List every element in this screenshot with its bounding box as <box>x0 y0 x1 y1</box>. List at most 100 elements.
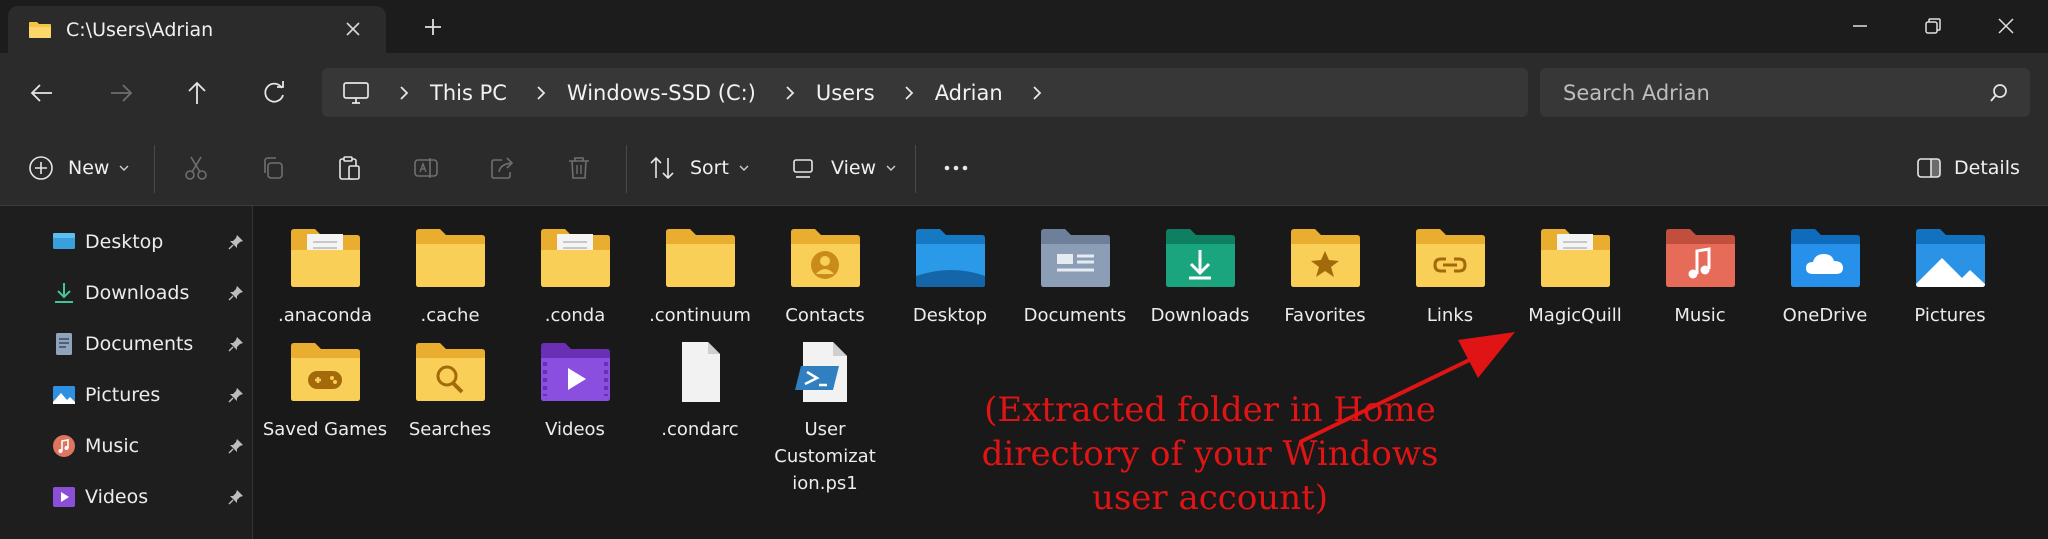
item-label: Pictures <box>1914 305 1986 326</box>
list-item[interactable]: Music <box>1637 226 1763 329</box>
pin-icon[interactable] <box>228 438 244 454</box>
delete-icon[interactable] <box>565 154 593 182</box>
up-arrow-icon[interactable] <box>181 77 213 109</box>
chevron-right-icon[interactable] <box>901 85 917 101</box>
item-label: Contacts <box>785 305 865 326</box>
active-tab[interactable]: C:\Users\Adrian <box>8 6 386 53</box>
copy-icon[interactable] <box>259 154 287 182</box>
list-item[interactable]: Links <box>1387 226 1513 329</box>
pin-icon[interactable] <box>228 489 244 505</box>
item-label: Downloads <box>1150 305 1250 326</box>
share-icon[interactable] <box>488 154 516 182</box>
list-item[interactable]: .anaconda <box>262 226 388 329</box>
sidebar-item-videos[interactable]: Videos <box>52 477 252 517</box>
list-item[interactable]: OneDrive <box>1762 226 1888 329</box>
close-tab-icon[interactable] <box>342 18 364 40</box>
pin-icon[interactable] <box>228 234 244 250</box>
sort-button[interactable]: Sort <box>648 152 751 184</box>
breadcrumb-drive[interactable]: Windows-SSD (C:) <box>567 81 756 105</box>
searches-folder-icon <box>416 343 485 401</box>
restore-icon[interactable] <box>1917 10 1949 42</box>
list-item[interactable]: .conda <box>512 226 638 329</box>
toolbar-divider <box>154 145 155 193</box>
list-item[interactable]: Documents <box>1012 226 1138 329</box>
pictures-icon <box>53 386 75 404</box>
list-item[interactable]: Contacts <box>762 226 888 329</box>
desktop-folder-icon <box>916 229 985 287</box>
annotation-text: (Extracted folder in Home directory of y… <box>981 390 1439 518</box>
sidebar-item-label: Videos <box>85 486 149 508</box>
list-item[interactable]: .continuum <box>637 226 763 329</box>
view-button[interactable]: View <box>791 152 898 184</box>
sidebar-item-documents[interactable]: Documents <box>52 324 252 364</box>
breadcrumb-adrian[interactable]: Adrian <box>935 81 1003 105</box>
rename-icon[interactable] <box>412 154 440 182</box>
pin-icon[interactable] <box>228 336 244 352</box>
search-input[interactable]: Search Adrian <box>1540 68 2030 117</box>
item-label: Music <box>1674 305 1726 326</box>
powershell-file-icon <box>795 342 847 402</box>
item-label: Searches <box>408 419 492 440</box>
item-label: Saved Games <box>262 419 388 440</box>
details-pane-icon <box>1917 158 1941 178</box>
list-item[interactable]: Downloads <box>1137 226 1263 329</box>
more-options-icon[interactable] <box>942 154 970 182</box>
sidebar-item-label: Music <box>85 435 140 457</box>
folder-doc-icon <box>541 229 610 287</box>
list-item[interactable]: .cache <box>387 226 513 329</box>
cut-icon[interactable] <box>182 154 210 182</box>
list-item[interactable]: Desktop <box>887 226 1013 329</box>
sidebar-item-desktop[interactable]: Desktop <box>52 222 252 262</box>
item-label: Desktop <box>912 305 988 326</box>
saved-games-folder-icon <box>291 343 360 401</box>
folder-icon <box>416 229 485 287</box>
list-item[interactable]: User Customizat ion.ps1 <box>762 340 888 497</box>
sidebar-item-music[interactable]: Music <box>52 426 252 466</box>
sidebar-item-pictures[interactable]: Pictures <box>52 375 252 415</box>
chevron-right-icon[interactable] <box>782 85 798 101</box>
this-pc-icon[interactable] <box>342 81 370 105</box>
breadcrumb-users[interactable]: Users <box>816 81 875 105</box>
minimize-icon[interactable] <box>1844 10 1876 42</box>
list-item[interactable]: .condarc <box>637 340 763 443</box>
videos-icon <box>53 487 75 507</box>
breadcrumb-this-pc[interactable]: This PC <box>430 81 507 105</box>
close-window-icon[interactable] <box>1990 10 2022 42</box>
pin-icon[interactable] <box>228 285 244 301</box>
list-item[interactable]: Saved Games <box>262 340 388 443</box>
chevron-right-icon[interactable] <box>1029 85 1045 101</box>
sort-label: Sort <box>690 157 729 179</box>
chevron-right-icon[interactable] <box>533 85 549 101</box>
list-item[interactable]: Videos <box>512 340 638 443</box>
item-label: User Customizat ion.ps1 <box>774 419 876 494</box>
search-icon[interactable] <box>1988 82 2010 104</box>
list-item[interactable]: Pictures <box>1887 226 2013 329</box>
list-item[interactable]: Searches <box>387 340 513 443</box>
chevron-right-icon[interactable] <box>396 85 412 101</box>
documents-folder-icon <box>1041 229 1110 287</box>
refresh-icon[interactable] <box>258 77 290 109</box>
contacts-folder-icon <box>791 229 860 287</box>
chevron-down-icon <box>886 165 896 171</box>
plus-circle-icon <box>29 156 53 180</box>
documents-icon <box>56 333 72 355</box>
toolbar-divider <box>626 145 627 193</box>
paste-icon[interactable] <box>335 154 363 182</box>
sidebar-item-label: Desktop <box>85 231 164 253</box>
list-item[interactable]: Favorites <box>1262 226 1388 329</box>
music-folder-icon <box>1666 229 1735 287</box>
pin-icon[interactable] <box>228 387 244 403</box>
forward-arrow-icon[interactable] <box>105 77 137 109</box>
item-label: .anaconda <box>278 305 372 326</box>
details-label: Details <box>1954 157 2020 179</box>
back-arrow-icon[interactable] <box>26 77 58 109</box>
new-button[interactable]: New <box>28 152 131 184</box>
new-tab-icon[interactable] <box>420 14 446 40</box>
sidebar-item-downloads[interactable]: Downloads <box>52 273 252 313</box>
list-item[interactable]: MagicQuill <box>1512 226 1638 329</box>
item-label: .continuum <box>649 305 751 326</box>
address-bar[interactable]: This PC Windows-SSD (C:) Users Adrian <box>322 68 1528 117</box>
details-button[interactable]: Details <box>1916 152 2020 184</box>
desktop-icon <box>53 233 75 249</box>
command-bar: New Sort View Details <box>0 131 2048 206</box>
